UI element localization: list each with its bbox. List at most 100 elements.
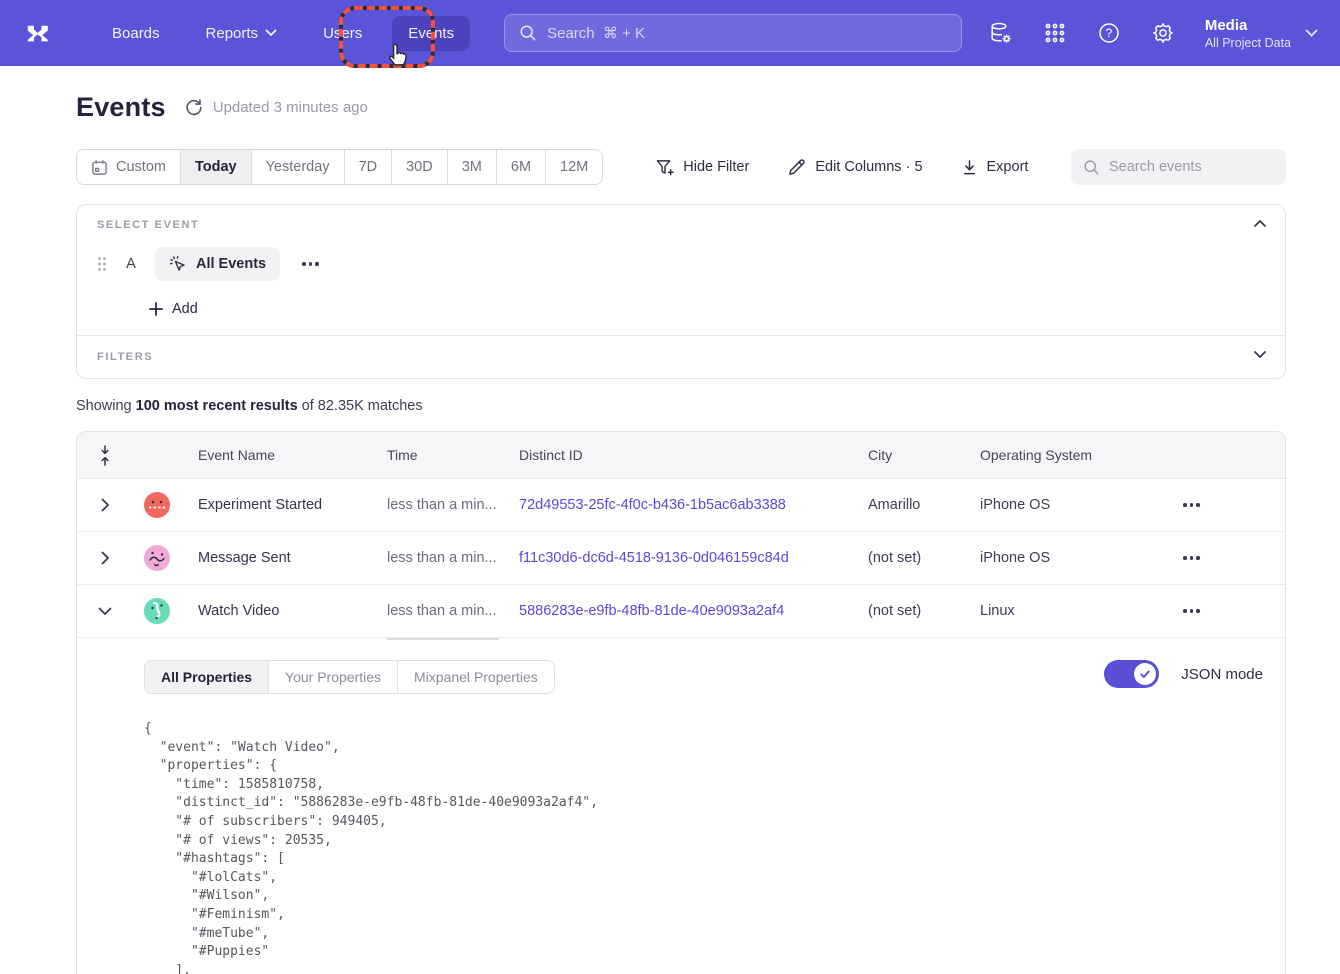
- selected-event-name: All Events: [196, 256, 266, 272]
- project-name: Media: [1205, 16, 1291, 35]
- range-7d[interactable]: 7D: [345, 150, 393, 184]
- row-options-icon[interactable]: [1179, 605, 1285, 617]
- nav-item-users[interactable]: Users: [307, 16, 378, 51]
- json-line: "#hashtags": [: [144, 850, 1265, 869]
- col-city[interactable]: City: [868, 447, 980, 463]
- edit-columns-button[interactable]: Edit Columns · 5: [787, 158, 922, 177]
- chevron-down-icon: [1253, 350, 1267, 359]
- json-line: "#Feminism",: [144, 906, 1265, 925]
- tab-your-properties[interactable]: Your Properties: [269, 661, 398, 693]
- event-name: Watch Video: [198, 603, 387, 619]
- expand-filters-button[interactable]: [1253, 350, 1267, 359]
- collapse-row-button[interactable]: [77, 607, 133, 616]
- table-row: Experiment Started less than a min... 72…: [77, 479, 1285, 532]
- event-options-icon[interactable]: [298, 258, 323, 270]
- refresh-icon[interactable]: [184, 98, 203, 117]
- event-os: Linux: [980, 603, 1165, 619]
- query-builder-card: SELECT EVENT A All Events Add: [76, 204, 1286, 379]
- plus-icon: [149, 302, 163, 316]
- mixpanel-logo-icon[interactable]: [22, 16, 56, 50]
- chevron-down-icon: [1305, 29, 1318, 38]
- event-city: Amarillo: [868, 497, 980, 513]
- json-line: "#Puppies": [144, 943, 1265, 962]
- navbar-right: ? Media All Project Data: [989, 16, 1318, 51]
- pencil-icon: [787, 158, 806, 177]
- event-avatar: [144, 545, 170, 571]
- project-switcher[interactable]: Media All Project Data: [1205, 16, 1318, 51]
- drag-handle-icon[interactable]: [97, 256, 107, 272]
- table-header: Event Name Time Distinct ID City Operati…: [77, 432, 1285, 479]
- distinct-id-link[interactable]: 72d49553-25fc-4f0c-b436-1b5ac6ab3388: [519, 497, 868, 513]
- column-scroll-indicator: [387, 638, 499, 640]
- tab-all-properties[interactable]: All Properties: [145, 661, 269, 693]
- add-event-button[interactable]: Add: [149, 301, 1265, 317]
- toolbar: Custom Today Yesterday 7D 30D 3M 6M 12M …: [76, 149, 1286, 185]
- col-os[interactable]: Operating System: [980, 447, 1165, 463]
- event-time: less than a min...: [387, 603, 519, 619]
- properties-tabs: All Properties Your Properties Mixpanel …: [144, 660, 555, 694]
- nav-item-boards[interactable]: Boards: [96, 16, 176, 51]
- range-yesterday[interactable]: Yesterday: [252, 150, 345, 184]
- filter-icon: [655, 158, 674, 177]
- row-options-icon[interactable]: [1179, 552, 1285, 564]
- col-time[interactable]: Time: [387, 447, 519, 463]
- collapse-select-event-button[interactable]: [1253, 219, 1267, 228]
- page-title: Events: [76, 92, 166, 123]
- range-30d[interactable]: 30D: [392, 150, 448, 184]
- json-mode-label: JSON mode: [1181, 666, 1263, 683]
- chevron-down-icon: [98, 607, 112, 616]
- chevron-down-icon: [265, 29, 277, 37]
- expand-row-button[interactable]: [77, 551, 133, 565]
- results-summary: Showing 100 most recent results of 82.35…: [76, 398, 1286, 414]
- json-line: "properties": {: [144, 757, 1265, 776]
- event-name: Experiment Started: [198, 497, 387, 513]
- json-mode-toggle[interactable]: [1104, 660, 1159, 688]
- select-event-section: SELECT EVENT A All Events Add: [77, 205, 1285, 335]
- nav-item-events[interactable]: Events: [392, 16, 470, 51]
- apps-grid-icon[interactable]: [1043, 21, 1067, 45]
- data-management-icon[interactable]: [989, 21, 1013, 45]
- json-line: "# of views": 20535,: [144, 832, 1265, 851]
- select-event-label: SELECT EVENT: [97, 219, 1265, 231]
- json-line: "#meTube",: [144, 925, 1265, 944]
- export-button[interactable]: Export: [961, 159, 1029, 176]
- collapse-all-icon[interactable]: [98, 445, 112, 466]
- magic-cursor-icon: [169, 255, 187, 273]
- events-search[interactable]: [1071, 149, 1286, 185]
- json-line: "#Wilson",: [144, 887, 1265, 906]
- distinct-id-link[interactable]: 5886283e-e9fb-48fb-81de-40e9093a2af4: [519, 603, 868, 619]
- help-icon[interactable]: ?: [1097, 21, 1121, 45]
- tab-mixpanel-properties[interactable]: Mixpanel Properties: [398, 661, 554, 693]
- expand-row-button[interactable]: [77, 498, 133, 512]
- svg-text:?: ?: [1106, 26, 1113, 40]
- event-avatar: [144, 598, 170, 624]
- range-6m[interactable]: 6M: [497, 150, 546, 184]
- chevron-up-icon: [1253, 219, 1267, 228]
- distinct-id-link[interactable]: f11c30d6-dc6d-4518-9136-0d046159c84d: [519, 550, 868, 566]
- top-navbar: Boards Reports Users Events ? Media All …: [0, 0, 1340, 66]
- json-line: ],: [144, 962, 1265, 974]
- range-today[interactable]: Today: [181, 150, 252, 184]
- event-clause-row: A All Events: [97, 247, 1265, 281]
- json-line: "#lolCats",: [144, 869, 1265, 888]
- hide-filter-button[interactable]: Hide Filter: [655, 158, 749, 177]
- range-12m[interactable]: 12M: [546, 150, 602, 184]
- all-events-selector[interactable]: All Events: [155, 247, 280, 281]
- col-distinct-id[interactable]: Distinct ID: [519, 447, 868, 463]
- settings-gear-icon[interactable]: [1151, 21, 1175, 45]
- row-options-icon[interactable]: [1179, 499, 1285, 511]
- event-time: less than a min...: [387, 550, 519, 566]
- events-search-input[interactable]: [1109, 159, 1274, 175]
- events-table: Event Name Time Distinct ID City Operati…: [76, 431, 1286, 974]
- event-os: iPhone OS: [980, 497, 1165, 513]
- global-search[interactable]: [504, 14, 962, 52]
- nav-item-reports[interactable]: Reports: [190, 16, 294, 51]
- table-row-expanded: Watch Video less than a min... 5886283e-…: [77, 585, 1285, 638]
- table-row: Message Sent less than a min... f11c30d6…: [77, 532, 1285, 585]
- range-3m[interactable]: 3M: [448, 150, 497, 184]
- json-line: "event": "Watch Video",: [144, 739, 1265, 758]
- range-custom[interactable]: Custom: [77, 150, 181, 184]
- global-search-input[interactable]: [547, 25, 947, 42]
- col-event-name[interactable]: Event Name: [198, 447, 387, 463]
- event-time: less than a min...: [387, 497, 519, 513]
